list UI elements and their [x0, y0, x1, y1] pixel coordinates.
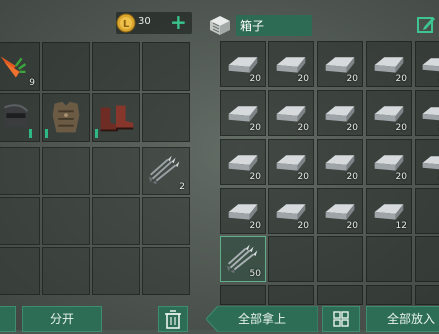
durability-bar — [45, 129, 48, 138]
inventory-slot[interactable] — [0, 147, 40, 195]
inventory-slot[interactable] — [142, 247, 190, 295]
item-quantity: 20 — [298, 172, 309, 182]
item-quantity: 20 — [396, 123, 407, 133]
chest-slot[interactable]: 20 — [366, 139, 412, 185]
durability-bar — [29, 129, 32, 138]
item-quantity: 20 — [347, 74, 358, 84]
chest-slot[interactable] — [415, 285, 439, 305]
item-quantity: 20 — [250, 123, 261, 133]
chest-slot[interactable]: 20 — [415, 90, 439, 136]
delete-button[interactable] — [158, 306, 188, 332]
inventory-slot[interactable] — [92, 197, 140, 245]
item-quantity: 9 — [29, 78, 35, 88]
item-quantity: 20 — [298, 221, 309, 231]
inventory-slot[interactable] — [42, 93, 90, 142]
item-quantity: 20 — [298, 74, 309, 84]
inventory-slot[interactable] — [92, 247, 140, 295]
left-edge-button[interactable] — [0, 306, 16, 332]
chest-slot[interactable]: 20 — [220, 188, 266, 234]
chest-slot[interactable]: 20 — [317, 188, 363, 234]
item-quantity: 20 — [396, 74, 407, 84]
split-button[interactable]: 分开 — [22, 306, 102, 332]
chest-slot[interactable] — [415, 236, 439, 282]
item-quantity: 20 — [347, 172, 358, 182]
chest-slot[interactable]: 20 — [220, 90, 266, 136]
coin-count: 30 — [138, 16, 151, 27]
chest-slot[interactable]: 20 — [317, 139, 363, 185]
chest-title: 箱子 — [236, 15, 312, 36]
item-quantity: 2 — [179, 182, 185, 192]
item-quantity: 12 — [396, 221, 407, 231]
coin-counter: L 30 + — [116, 12, 192, 34]
chest-slot[interactable] — [366, 236, 412, 282]
inventory-slot[interactable] — [142, 197, 190, 245]
item-quantity: 20 — [396, 172, 407, 182]
inventory-slot[interactable] — [92, 42, 140, 91]
inventory-slot[interactable] — [42, 197, 90, 245]
chest-slot[interactable] — [268, 285, 314, 305]
chest-slot[interactable] — [220, 285, 266, 305]
chest-slot[interactable]: 50 — [220, 236, 266, 282]
grid-sort-icon — [323, 307, 359, 331]
chest-slot[interactable]: 20 — [317, 90, 363, 136]
inventory-slot[interactable] — [142, 42, 190, 91]
chest-box-icon — [208, 14, 232, 36]
chest-slot[interactable] — [268, 236, 314, 282]
inventory-slot[interactable] — [42, 247, 90, 295]
chest-slot[interactable] — [317, 236, 363, 282]
inventory-slot[interactable] — [0, 93, 40, 142]
inventory-slot[interactable]: 9 — [0, 42, 40, 91]
chest-slot[interactable]: 20 — [268, 90, 314, 136]
inventory-slot[interactable] — [0, 247, 40, 295]
inventory-slot[interactable]: 2 — [142, 147, 190, 195]
sort-button[interactable] — [322, 306, 360, 332]
item-quantity: 20 — [250, 221, 261, 231]
chest-slot[interactable]: 20 — [220, 139, 266, 185]
chest-slot[interactable]: 20 — [415, 41, 439, 87]
chest-slot[interactable]: 20 — [268, 188, 314, 234]
chest-slot[interactable] — [366, 285, 412, 305]
svg-text:L: L — [123, 19, 130, 30]
item-quantity: 20 — [347, 221, 358, 231]
inventory-slot[interactable] — [92, 93, 140, 142]
inventory-slot[interactable] — [0, 197, 40, 245]
chest-slot[interactable]: 20 — [268, 41, 314, 87]
boots-icon — [93, 94, 139, 141]
inventory-slot[interactable] — [92, 147, 140, 195]
chest-slot[interactable]: 20 — [268, 139, 314, 185]
take-all-button[interactable]: 全部拿上 — [206, 306, 318, 332]
chest-slot[interactable] — [317, 285, 363, 305]
trash-icon — [159, 307, 187, 331]
item-quantity: 20 — [250, 172, 261, 182]
chest-slot[interactable] — [415, 188, 439, 234]
iron-ingot-icon — [416, 91, 439, 135]
chest-slot[interactable]: 20 — [317, 41, 363, 87]
edit-icon[interactable] — [416, 15, 436, 35]
chest-slot[interactable]: 12 — [366, 188, 412, 234]
coin-icon: L — [116, 13, 136, 33]
inventory-slot[interactable] — [42, 42, 90, 91]
chest-slot[interactable]: 20 — [220, 41, 266, 87]
iron-ingot-icon — [416, 140, 439, 184]
armor-vest-icon — [43, 94, 89, 141]
item-quantity: 20 — [347, 123, 358, 133]
put-all-button[interactable]: 全部放入 — [366, 306, 439, 332]
item-quantity: 20 — [250, 74, 261, 84]
iron-ingot-icon — [416, 42, 439, 86]
chest-slot[interactable]: 20 — [415, 139, 439, 185]
chest-slot[interactable]: 20 — [366, 90, 412, 136]
inventory-slot[interactable] — [42, 147, 90, 195]
item-quantity: 20 — [298, 123, 309, 133]
inventory-slot[interactable] — [142, 93, 190, 142]
helmet-icon — [0, 94, 39, 141]
durability-bar — [95, 129, 98, 138]
chest-slot[interactable]: 20 — [366, 41, 412, 87]
add-coin-button[interactable]: + — [170, 10, 187, 34]
item-quantity: 50 — [250, 269, 261, 279]
